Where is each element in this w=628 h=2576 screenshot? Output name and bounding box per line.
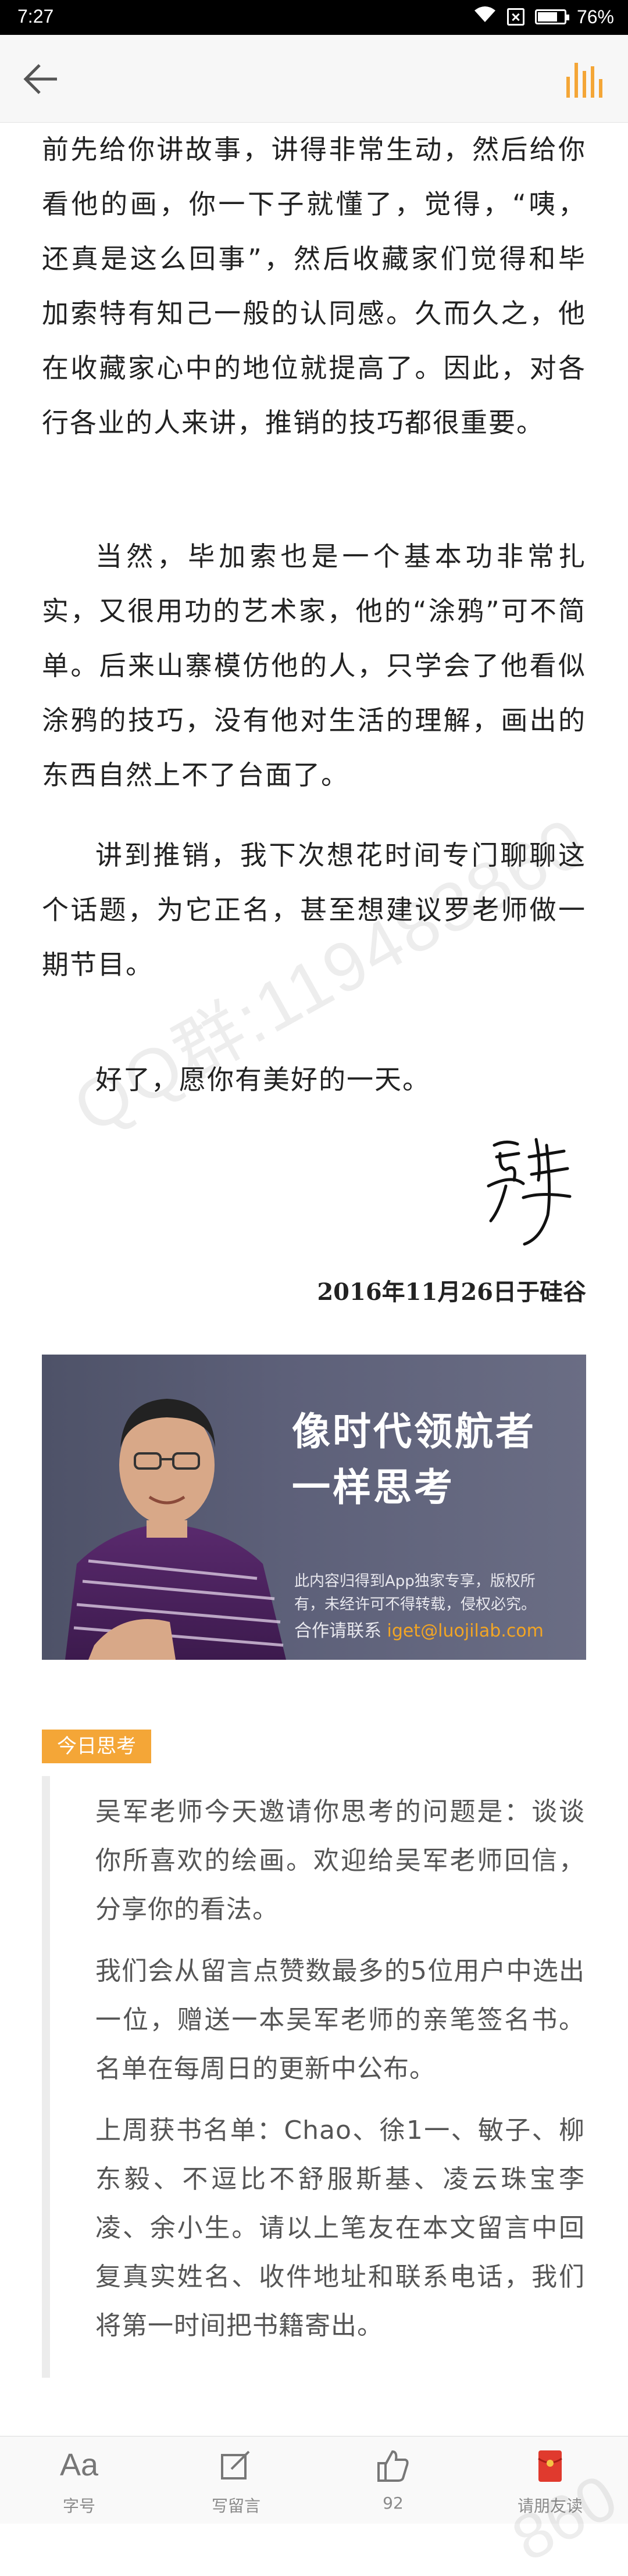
today-thinking-tag: 今日思考	[42, 1730, 151, 1763]
today-thinking-block: 吴军老师今天邀请你思考的问题是：谈谈你所喜欢的绘画。欢迎给吴军老师回信，分享你的…	[42, 1776, 586, 2378]
font-size-button[interactable]: Aa 字号	[21, 2436, 137, 2524]
article-paragraph: 前先给你讲故事，讲得非常生动，然后给你看他的画，你一下子就懂了，觉得，“咦，还真…	[42, 134, 586, 438]
like-count: 92	[383, 2493, 404, 2513]
contact-label: 合作请联系	[294, 1621, 381, 1641]
banner-copyright: 此内容归得到App独家专享，版权所 有，未经许可不得转载，侵权必究。	[294, 1570, 568, 1616]
thinking-paragraph: 上周获书名单：Chao、徐1一、敏子、柳东毅、不逗比不舒服斯基、凌云珠宝李凌、余…	[95, 2116, 585, 2341]
write-comment-label: 写留言	[211, 2496, 261, 2516]
article-body: 前先给你讲故事，讲得非常生动，然后给你看他的画，你一下子就懂了，觉得，“咦，还真…	[42, 122, 586, 1095]
nav-bar	[0, 35, 628, 123]
thumbs-up-icon	[376, 2449, 410, 2485]
write-comment-button[interactable]: 写留言	[178, 2436, 294, 2524]
battery-fill	[537, 12, 557, 22]
status-icons: 76%	[473, 6, 614, 28]
pencil-icon	[220, 2449, 252, 2484]
battery-icon	[534, 9, 569, 24]
status-bar: 7:27 76%	[0, 0, 628, 35]
like-button[interactable]: 92	[335, 2436, 451, 2524]
audio-bars-icon	[566, 63, 602, 98]
banner-contact: 合作请联系 iget@luojilab.com	[294, 1616, 544, 1642]
status-time: 7:27	[17, 6, 54, 27]
font-size-label: 字号	[62, 2496, 95, 2516]
copyright-line: 此内容归得到App独家专享，版权所	[294, 1573, 536, 1590]
banner-headline-line2: 一样思考	[292, 1464, 455, 1510]
contact-email: iget@luojilab.com	[387, 1621, 544, 1641]
banner-headline: 像时代领航者 一样思考	[292, 1403, 536, 1515]
thinking-paragraph: 吴军老师今天邀请你思考的问题是：谈谈你所喜欢的绘画。欢迎给吴军老师回信，分享你的…	[95, 1797, 585, 1924]
article-paragraph: 当然，毕加索也是一个基本功非常扎实，又很用功的艺术家，他的“涂鸦”可不简单。后来…	[42, 541, 586, 791]
battery-percent: 76%	[576, 6, 614, 27]
audio-button[interactable]	[564, 59, 605, 100]
font-size-icon: Aa	[59, 2448, 99, 2482]
back-button[interactable]	[21, 62, 62, 97]
thinking-paragraph: 我们会从留言点赞数最多的5位用户中选出一位，赠送一本吴军老师的亲笔签名书。名单在…	[95, 1956, 585, 2084]
author-portrait	[65, 1399, 286, 1660]
arrow-left-icon	[23, 64, 57, 94]
promo-banner: 像时代领航者 一样思考 此内容归得到App独家专享，版权所 有，未经许可不得转载…	[42, 1355, 586, 1660]
author-signature	[483, 1128, 576, 1250]
banner-headline-line1: 像时代领航者	[292, 1409, 536, 1454]
article-date: 2016年11月26日于硅谷	[317, 1278, 586, 1306]
copyright-line: 有，未经许可不得转载，侵权必究。	[294, 1596, 537, 1613]
no-sim-icon	[506, 8, 524, 26]
wifi-icon	[473, 6, 497, 28]
